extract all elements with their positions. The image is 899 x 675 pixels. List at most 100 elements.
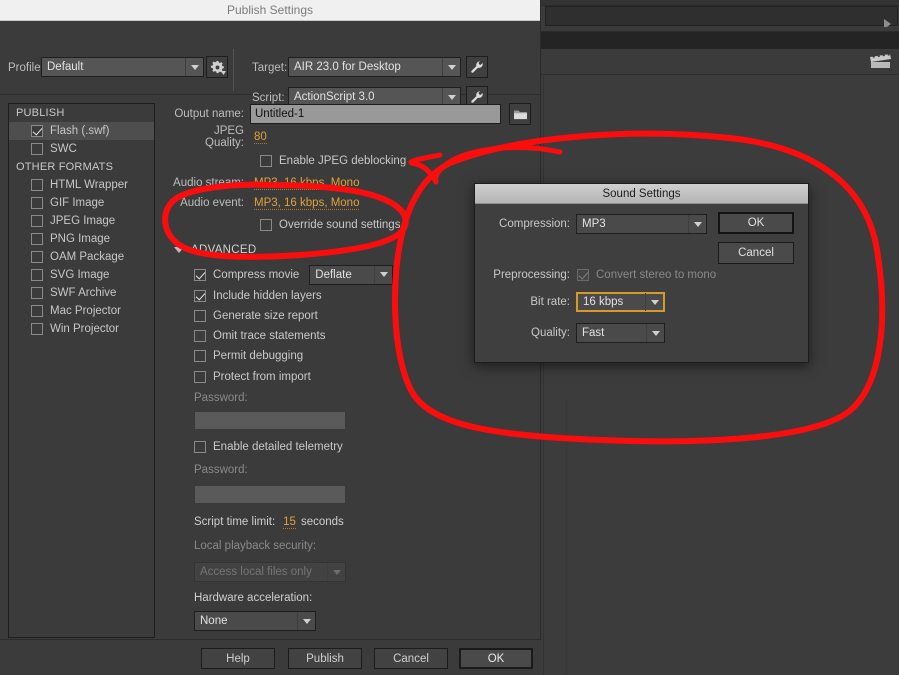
sidebar-item-flash-swf[interactable]: Flash (.swf) — [9, 122, 154, 140]
checkbox-protect-from-import[interactable] — [194, 371, 206, 383]
sidebar-item-oam-package[interactable]: OAM Package — [9, 248, 154, 266]
checkbox-include-hidden-layers[interactable] — [194, 290, 206, 302]
sidebar-item-label: Win Projector — [50, 323, 120, 335]
sidebar-item-swf-archive[interactable]: SWF Archive — [9, 284, 154, 302]
wrench-icon — [471, 61, 483, 73]
folder-icon — [513, 110, 527, 119]
background-panel-lower — [540, 76, 899, 675]
cancel-button[interactable]: Cancel — [374, 648, 448, 669]
local-playback-security-value: Access local files only — [200, 566, 312, 578]
checkbox-enable-detailed-telemetry[interactable] — [194, 441, 206, 453]
compress-movie-row[interactable]: Compress movie — [194, 268, 300, 281]
compress-movie-select[interactable]: Deflate — [309, 264, 394, 285]
protect-from-import-row[interactable]: Protect from import — [172, 366, 532, 388]
sidebar-item-label: SVG Image — [50, 269, 110, 281]
bit-rate-select[interactable]: 16 kbps — [576, 292, 665, 312]
checkbox-mac-projector[interactable] — [31, 305, 43, 317]
ok-button[interactable]: OK — [459, 648, 533, 669]
protect-import-label: Protect from import — [213, 371, 311, 383]
chevron-down-icon — [186, 64, 203, 70]
checkbox-jpeg-image[interactable] — [31, 215, 43, 227]
window-footer: Help Publish Cancel OK — [0, 639, 541, 675]
checkbox-swc[interactable] — [31, 143, 43, 155]
sidebar-item-win-projector[interactable]: Win Projector — [9, 320, 154, 338]
sidebar-item-label: HTML Wrapper — [50, 179, 128, 191]
window-titlebar: Publish Settings — [0, 0, 540, 21]
compression-select[interactable]: MP3 — [576, 214, 707, 234]
sidebar-item-label: PNG Image — [50, 233, 111, 245]
bit-rate-value: 16 kbps — [583, 296, 624, 308]
telemetry-label: Enable detailed telemetry — [213, 441, 343, 453]
checkbox-compress-movie[interactable] — [194, 268, 206, 281]
preprocessing-checkbox-label: Convert stereo to mono — [596, 269, 717, 281]
chevron-down-icon — [328, 569, 345, 575]
checkbox-oam-package[interactable] — [31, 251, 43, 263]
password-input-2[interactable] — [194, 484, 346, 504]
checkbox-permit-debugging[interactable] — [194, 350, 206, 362]
checkbox-gif-image[interactable] — [31, 197, 43, 209]
checkbox-svg-image[interactable] — [31, 269, 43, 281]
sidebar-item-swc[interactable]: SWC — [9, 140, 154, 158]
background-toolbar[interactable] — [545, 6, 898, 29]
output-name-input[interactable]: Untitled-1 — [250, 104, 501, 124]
chevron-down-icon — [443, 64, 460, 70]
sidebar-item-svg-image[interactable]: SVG Image — [9, 266, 154, 284]
triangle-down-icon — [174, 247, 184, 253]
sidebar-item-label: GIF Image — [50, 197, 105, 209]
checkbox-win-projector[interactable] — [31, 323, 43, 335]
background-panel-upper — [540, 50, 899, 75]
publish-button[interactable]: Publish — [288, 648, 362, 669]
sidebar-item-label: OAM Package — [50, 251, 125, 263]
jpeg-quality-value[interactable]: 80 — [254, 131, 267, 144]
browse-output-button[interactable] — [509, 103, 531, 125]
target-settings-button[interactable] — [466, 56, 488, 78]
password-input-1[interactable] — [194, 411, 346, 430]
sidebar-item-html-wrapper[interactable]: HTML Wrapper — [9, 176, 154, 194]
local-playback-security-label: Local playback security: — [194, 540, 317, 552]
omit-trace-label: Omit trace statements — [213, 330, 326, 342]
target-select[interactable]: AIR 23.0 for Desktop — [288, 57, 461, 77]
sidebar-item-mac-projector[interactable]: Mac Projector — [9, 302, 154, 320]
chevron-down-icon — [375, 272, 392, 277]
checkbox-png-image[interactable] — [31, 233, 43, 245]
sound-settings-dialog: Sound Settings Compression: MP3 OK Cance… — [474, 183, 809, 363]
script-time-limit-value[interactable]: 15 — [283, 516, 296, 529]
profile-options-button[interactable] — [206, 56, 228, 78]
checkbox-flash-swf[interactable] — [31, 125, 43, 137]
permit-debugging-label: Permit debugging — [213, 350, 304, 362]
toolbar-divider — [233, 49, 234, 91]
checkbox-html-wrapper[interactable] — [31, 179, 43, 191]
sidebar-item-label: SWC — [50, 143, 77, 155]
sidebar-item-jpeg-image[interactable]: JPEG Image — [9, 212, 154, 230]
sound-dialog-ok-button[interactable]: OK — [718, 212, 794, 234]
checkbox-swf-archive[interactable] — [31, 287, 43, 299]
checkbox-override-sound-settings[interactable] — [260, 219, 272, 231]
chevron-down-icon — [646, 299, 663, 305]
quality-select[interactable]: Fast — [576, 323, 665, 343]
background-divider-vertical — [543, 76, 544, 675]
target-select-value: AIR 23.0 for Desktop — [294, 61, 401, 73]
help-button[interactable]: Help — [201, 648, 275, 669]
audio-stream-value[interactable]: MP3, 16 kbps, Mono — [254, 177, 360, 190]
sidebar-item-png-image[interactable]: PNG Image — [9, 230, 154, 248]
wrench-icon — [471, 91, 483, 103]
preprocessing-label: Preprocessing: — [493, 269, 570, 281]
script-time-limit-unit: seconds — [300, 516, 344, 528]
audio-event-value[interactable]: MP3, 16 kbps, Mono — [254, 197, 360, 210]
checkbox-enable-jpeg-deblocking[interactable] — [260, 155, 272, 167]
checkbox-generate-size-report[interactable] — [194, 310, 206, 322]
telemetry-row[interactable]: Enable detailed telemetry — [172, 434, 532, 460]
hardware-acceleration-select[interactable]: None — [194, 611, 316, 631]
formats-sidebar[interactable]: PUBLISH Flash (.swf) SWC OTHER FORMATS H… — [8, 103, 155, 638]
audio-event-label: Audio event: — [180, 197, 244, 209]
script-select-value: ActionScript 3.0 — [294, 91, 375, 103]
sidebar-item-gif-image[interactable]: GIF Image — [9, 194, 154, 212]
chevron-down-icon — [443, 94, 460, 100]
compress-movie-label: Compress movie — [213, 268, 300, 281]
sound-dialog-cancel-button[interactable]: Cancel — [718, 242, 794, 264]
profile-select[interactable]: Default — [41, 57, 204, 77]
checkbox-omit-trace-statements[interactable] — [194, 330, 206, 342]
jpeg-deblocking-row[interactable]: Enable JPEG deblocking — [172, 149, 532, 173]
sidebar-item-label: Mac Projector — [50, 305, 121, 317]
clapperboard-icon[interactable] — [868, 51, 892, 71]
